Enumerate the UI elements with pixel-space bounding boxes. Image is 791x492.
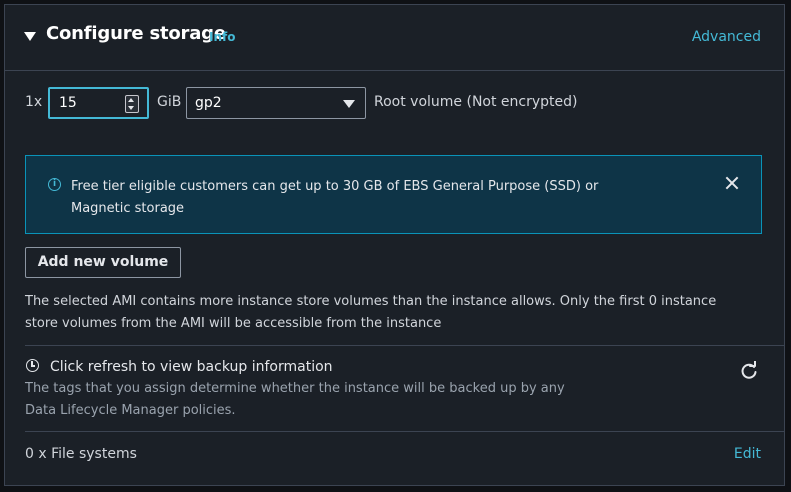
volume-size-value[interactable]: 15 [59,95,77,111]
stepper-down-icon[interactable] [128,106,134,110]
panel-header: Configure storage Info Advanced [5,5,784,71]
caret-down-icon[interactable] [24,32,36,41]
free-tier-alert: i Free tier eligible customers can get u… [25,155,762,234]
advanced-link[interactable]: Advanced [692,29,761,45]
clock-icon [26,359,39,372]
refresh-icon[interactable] [739,361,759,381]
backup-title: Click refresh to view backup information [50,359,333,375]
root-volume-label: Root volume (Not encrypted) [374,94,578,110]
close-icon[interactable] [723,174,741,192]
volume-unit-label: GiB [157,94,182,110]
size-stepper[interactable] [125,95,139,113]
info-link[interactable]: Info [209,30,235,44]
info-circle-icon: i [48,178,61,191]
volume-type-select[interactable]: gp2 [186,87,366,119]
alert-message: Free tier eligible customers can get up … [71,179,599,216]
edit-file-systems-link[interactable]: Edit [734,446,761,462]
volume-type-value[interactable]: gp2 [195,95,222,111]
add-new-volume-button[interactable]: Add new volume [25,247,181,278]
volume-count-label: 1x [25,94,43,110]
dropdown-arrow-icon[interactable] [343,100,355,108]
divider [25,345,784,346]
configure-storage-panel: Configure storage Info Advanced 1x 15 Gi… [4,4,785,486]
volume-size-input[interactable]: 15 [48,87,149,119]
divider [25,431,784,432]
stepper-up-icon[interactable] [128,98,134,102]
backup-description: The tags that you assign determine wheth… [25,381,565,418]
ami-note: The selected AMI contains more instance … [25,294,717,331]
file-systems-count: 0 x File systems [25,446,137,462]
panel-title[interactable]: Configure storage [46,23,226,44]
